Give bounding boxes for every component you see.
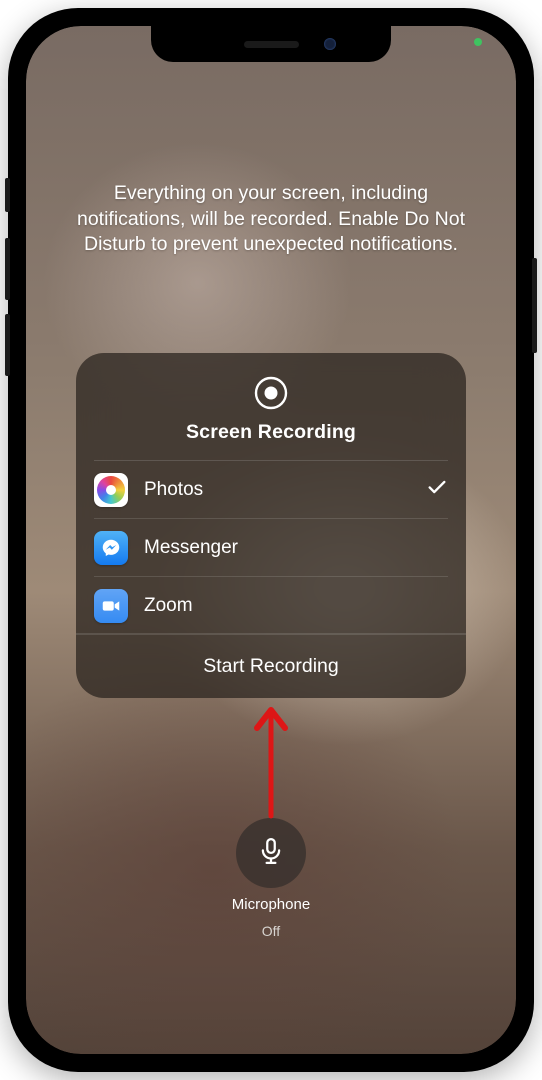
notch (151, 26, 391, 62)
mute-switch (5, 178, 10, 212)
recording-warning-text: Everything on your screen, including not… (70, 181, 472, 258)
app-row-photos[interactable]: Photos (94, 460, 448, 518)
annotation-arrow (251, 706, 291, 831)
privacy-indicator-dot (474, 38, 482, 46)
microphone-icon (256, 836, 286, 871)
start-recording-button[interactable]: Start Recording (76, 634, 466, 698)
side-button (532, 258, 537, 353)
microphone-state: Off (262, 923, 280, 941)
app-label: Zoom (144, 595, 448, 617)
panel-header: Screen Recording (76, 353, 466, 460)
app-row-messenger[interactable]: Messenger (94, 518, 448, 576)
volume-down-button (5, 314, 10, 376)
app-row-zoom[interactable]: Zoom (94, 576, 448, 634)
app-label: Photos (144, 479, 426, 501)
iphone-device-frame: Everything on your screen, including not… (8, 8, 534, 1072)
microphone-toggle-button[interactable] (236, 818, 306, 888)
screen-recording-panel: Screen Recording Photos (76, 353, 466, 698)
front-camera (324, 38, 336, 50)
messenger-app-icon (94, 531, 128, 565)
earpiece-speaker (244, 41, 299, 48)
zoom-app-icon (94, 589, 128, 623)
microphone-label: Microphone (232, 896, 310, 915)
app-destination-list[interactable]: Photos Messenger (76, 460, 466, 634)
panel-title: Screen Recording (186, 421, 356, 444)
checkmark-icon (426, 476, 448, 503)
app-label: Messenger (144, 537, 448, 559)
screen-bezel: Everything on your screen, including not… (26, 26, 516, 1054)
record-icon (253, 375, 289, 411)
microphone-section: Microphone Off (232, 818, 310, 940)
volume-up-button (5, 238, 10, 300)
photos-app-icon (94, 473, 128, 507)
start-recording-label: Start Recording (203, 655, 338, 678)
screen: Everything on your screen, including not… (26, 26, 516, 1054)
